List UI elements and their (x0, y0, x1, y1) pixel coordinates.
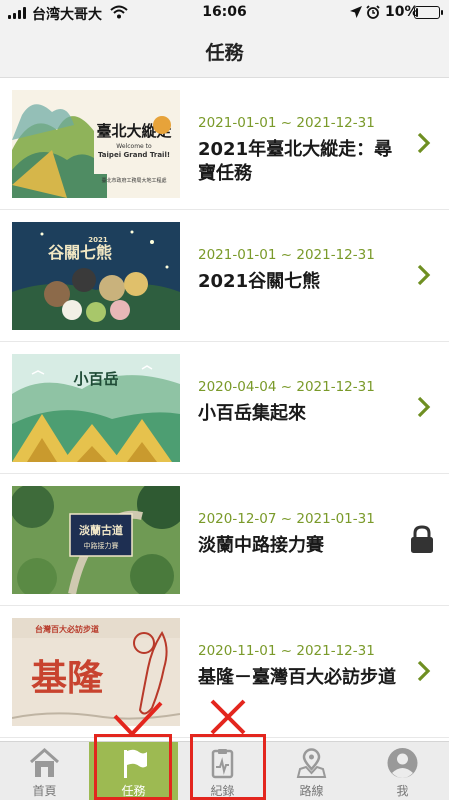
person-icon (387, 748, 418, 778)
task-dates: 2021-01-01 ~ 2021-12-31 (198, 247, 375, 263)
tab-label: 首頁 (32, 784, 57, 798)
chevron-right-icon (417, 660, 431, 682)
tab-me[interactable]: 我 (356, 742, 449, 800)
task-name: 2021年臺北大縱走：尋寶任務 (198, 139, 393, 184)
task-row-guguan-seven-bears[interactable]: 谷關七熊 2021 2021-01-01 ~ 2021-12-31 2021谷關… (0, 210, 449, 342)
tab-home[interactable]: 首頁 (0, 742, 89, 800)
thumb-title: 谷關七熊 (48, 243, 112, 262)
thumb-title: 淡蘭古道 (79, 523, 123, 537)
home-icon (30, 747, 59, 777)
task-row-tamsui-kavalan-relay[interactable]: 淡蘭古道 中路接力賽 2020-12-07 ~ 2021-01-31 淡蘭中路接… (0, 474, 449, 606)
highlight-box-records (190, 734, 266, 800)
task-dates: 2020-11-01 ~ 2021-12-31 (198, 643, 375, 659)
location-arrow-icon (350, 6, 362, 18)
task-thumbnail: 臺北大縱走 Welcome to Taipei Grand Trail! 臺北市… (12, 90, 180, 198)
cross-mark-annotation (210, 699, 246, 735)
thumb-subtitle: 中路接力賽 (84, 541, 119, 550)
highlight-box-tasks (94, 734, 172, 800)
thumb-title: 小百岳 (73, 370, 118, 388)
thumb-year: 2021 (88, 236, 108, 244)
map-pin-icon (296, 748, 327, 778)
check-mark-annotation (113, 701, 163, 737)
clock: 16:06 (202, 4, 247, 20)
alarm-icon (366, 5, 380, 19)
task-name: 基隆－臺灣百大必訪步道 (198, 667, 396, 688)
page-title: 任務 (205, 42, 244, 64)
task-thumbnail: 淡蘭古道 中路接力賽 (12, 486, 180, 594)
task-thumbnail: 谷關七熊 2021 (12, 222, 180, 330)
task-name: 小百岳集起來 (198, 403, 306, 424)
chevron-right-icon (417, 132, 431, 154)
thumb-welcome: Welcome to (116, 143, 152, 150)
chevron-right-icon (417, 396, 431, 418)
tab-label: 我 (396, 784, 409, 798)
chevron-right-icon (417, 264, 431, 286)
status-bar: 台湾大哥大 16:06 10% (0, 0, 449, 26)
thumb-title: 基隆 (31, 658, 104, 699)
lock-icon (411, 525, 433, 553)
navigation-bar: 任務 (0, 26, 449, 78)
thumb-publisher: 臺北市政府工務局大地工程處 (101, 177, 166, 184)
task-dates: 2020-04-04 ~ 2021-12-31 (198, 379, 375, 395)
task-row-taipei-grand-trail[interactable]: 臺北大縱走 Welcome to Taipei Grand Trail! 臺北市… (0, 78, 449, 210)
task-thumbnail: 小百岳 (12, 354, 180, 462)
battery-icon (414, 6, 443, 19)
task-dates: 2021-01-01 ~ 2021-12-31 (198, 115, 375, 131)
tab-label: 路線 (299, 784, 324, 798)
task-name: 2021谷關七熊 (198, 271, 321, 292)
tab-routes[interactable]: 路線 (267, 742, 356, 800)
task-row-small-hundred-peaks[interactable]: 小百岳 2020-04-04 ~ 2021-12-31 小百岳集起來 (0, 342, 449, 474)
task-list[interactable]: 臺北大縱走 Welcome to Taipei Grand Trail! 臺北市… (0, 78, 449, 741)
thumb-subtitle: 台灣百大必訪步道 (35, 624, 99, 634)
task-dates: 2020-12-07 ~ 2021-01-31 (198, 511, 375, 527)
thumb-subtitle: Taipei Grand Trail! (98, 151, 170, 159)
task-name: 淡蘭中路接力賽 (198, 535, 324, 556)
